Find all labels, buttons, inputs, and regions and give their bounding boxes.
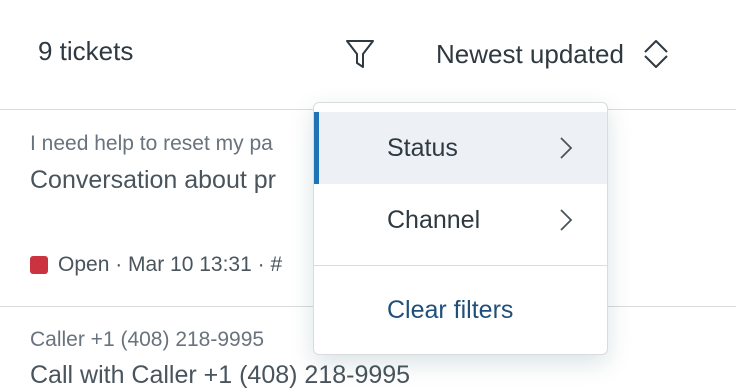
- status-indicator-icon: [30, 256, 48, 274]
- chevron-right-icon: [560, 137, 573, 159]
- sort-dropdown[interactable]: Newest updated: [436, 30, 670, 78]
- filter-menu-item-label: Status: [387, 133, 458, 162]
- filter-button[interactable]: [338, 32, 382, 76]
- filter-menu-item-label: Channel: [387, 205, 481, 234]
- filter-menu-item-status[interactable]: Status: [314, 112, 607, 184]
- ticket-subject: Caller +1 (408) 218-9995: [30, 328, 265, 351]
- ticket-subject: I need help to reset my pa: [30, 132, 273, 155]
- filter-menu: Status Channel Clear filters: [313, 102, 608, 355]
- ticket-title: Call with Caller +1 (408) 218-9995: [30, 361, 411, 389]
- list-header: 9 tickets Newest updated: [0, 0, 736, 110]
- filter-icon: [346, 40, 374, 68]
- sort-label: Newest updated: [436, 38, 624, 69]
- ticket-count: 9 tickets: [38, 36, 134, 66]
- sort-up-down-icon: [644, 40, 668, 68]
- ticket-status: Open: [58, 253, 110, 276]
- chevron-right-icon: [560, 209, 573, 231]
- ticket-list-view: 9 tickets Newest updated I need help to …: [0, 0, 736, 390]
- ticket-title: Conversation about pr: [30, 166, 276, 194]
- ticket-meta-text: · Mar 10 13:31 · #: [109, 253, 283, 276]
- clear-filters-button[interactable]: Clear filters: [314, 274, 607, 346]
- menu-divider: [314, 265, 607, 266]
- filter-menu-item-channel[interactable]: Channel: [314, 184, 607, 256]
- ticket-meta: Open · Mar 10 13:31 · #: [30, 253, 282, 277]
